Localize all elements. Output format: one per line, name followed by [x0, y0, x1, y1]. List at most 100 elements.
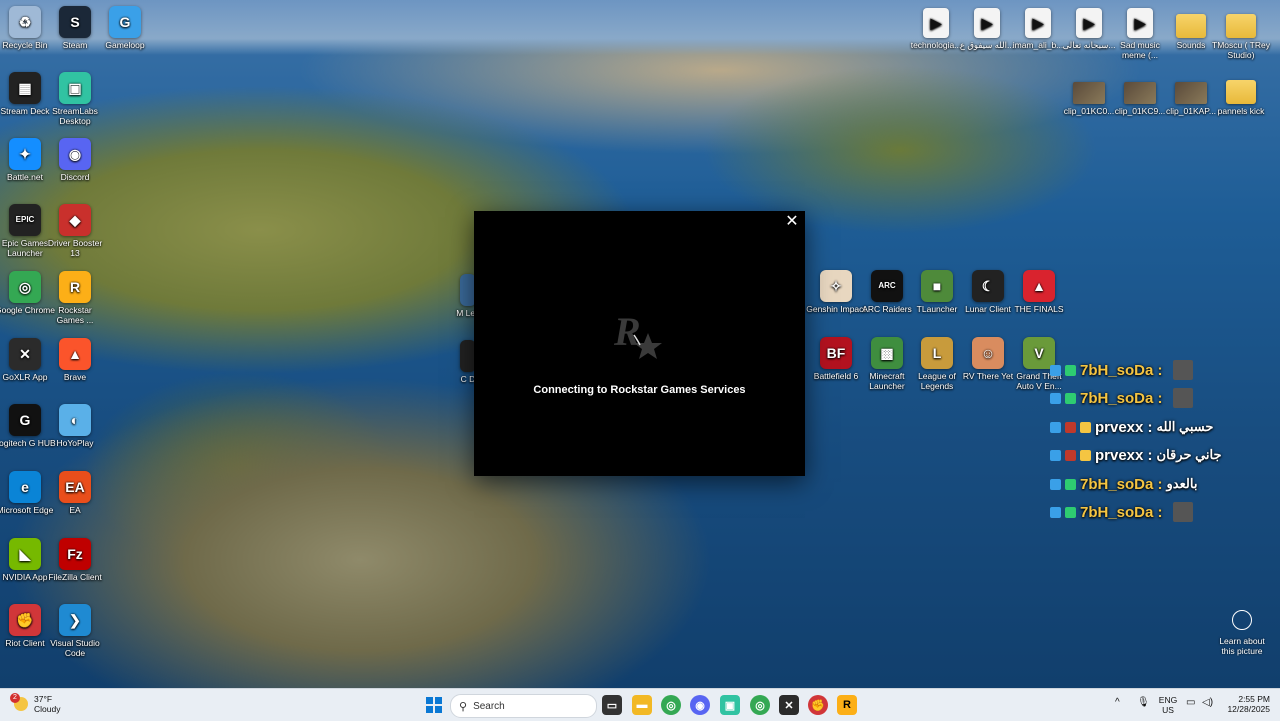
app-icon: ▦: [9, 72, 41, 104]
kick-badge-icon: [1050, 478, 1061, 490]
desktop-icon[interactable]: ◐ HoYoPlay: [44, 404, 106, 448]
desktop-icon-label: Driver Booster 13: [47, 238, 103, 258]
crown-badge-icon: [1080, 449, 1091, 461]
learn-about-picture-button[interactable]: Learn about this picture: [1216, 610, 1268, 656]
desktop-icon[interactable]: pannels kick: [1210, 74, 1272, 116]
chrome-profile-icon[interactable]: ◎: [750, 695, 770, 715]
media-file-icon: ▶: [974, 8, 1000, 38]
desktop-icon[interactable]: ▲ THE FINALS: [1008, 270, 1070, 314]
kick-badge-icon: [1050, 364, 1061, 376]
media-file-icon: ▶: [1076, 8, 1102, 38]
app-icon: ◉: [59, 138, 91, 170]
desktop-icon[interactable]: ▲ Brave: [44, 338, 106, 382]
role-badge-icon: [1065, 364, 1076, 376]
desktop-icon[interactable]: TMoscu ( TRey Studio): [1210, 8, 1272, 60]
taskbar-search[interactable]: ⚲ Search: [450, 694, 597, 718]
cloudy-icon: 2: [10, 693, 28, 711]
kick-badge-icon: [1050, 392, 1061, 404]
chat-username: 7bH_soDa :: [1080, 503, 1163, 521]
rockstar-launcher-dialog: ✕ R Connecting to Rockstar Games Service…: [474, 211, 805, 476]
app-icon: ◣: [9, 538, 41, 570]
desktop-icon-label: EA: [69, 505, 81, 515]
app-icon: L: [921, 337, 953, 369]
microphone-icon[interactable]: 🎙: [1137, 698, 1150, 708]
app-icon: ◎: [9, 271, 41, 303]
emote-image: [1172, 502, 1193, 522]
desktop-icon[interactable]: R Rockstar Games ...: [44, 271, 106, 325]
close-button[interactable]: ✕: [783, 213, 801, 231]
app-icon: ❯: [59, 604, 91, 636]
file-explorer-icon[interactable]: ▬: [632, 695, 652, 715]
chat-message: 7bH_soDa :: [1050, 359, 1280, 381]
chat-text: بالعدو: [1166, 476, 1198, 491]
rockstar-icon[interactable]: R: [837, 695, 857, 715]
desktop-icon[interactable]: EA EA: [44, 471, 106, 515]
task-view-icon[interactable]: ▭: [602, 695, 622, 715]
chat-text: حسبي الله: [1156, 419, 1214, 434]
chat-message: 7bH_soDa :: [1050, 387, 1280, 409]
app-icon: R: [59, 271, 91, 303]
app-icon: ♻: [9, 6, 41, 38]
role-badge-icon: [1065, 478, 1076, 490]
media-file-icon: ▶: [1025, 8, 1051, 38]
weather-desc: Cloudy: [34, 704, 61, 714]
chat-message: prvexx : حسبي الله: [1050, 416, 1280, 438]
folder-icon: [1226, 80, 1256, 104]
discord-icon[interactable]: ◉: [690, 695, 710, 715]
emote-image: [1172, 360, 1193, 380]
streamlabs-icon[interactable]: ▣: [720, 695, 740, 715]
desktop-icon-label: StreamLabs Desktop: [52, 106, 98, 126]
folder-icon: [1176, 14, 1206, 38]
language-indicator[interactable]: ENG US: [1156, 695, 1180, 715]
app-icon: EPIC: [9, 204, 41, 236]
chat-username: prvexx :: [1095, 418, 1153, 436]
desktop-icon[interactable]: G Gameloop: [94, 6, 156, 50]
start-button[interactable]: [424, 695, 444, 715]
weather-temp: 37°F: [34, 694, 53, 704]
kick-badge-icon: [1050, 449, 1061, 461]
network-icon[interactable]: ▭: [1186, 698, 1195, 708]
clock[interactable]: 2:55 PM 12/28/2025: [1222, 694, 1270, 714]
app-icon: ☾: [972, 270, 1004, 302]
app-icon: ▩: [871, 337, 903, 369]
desktop-icon[interactable]: ❯ Visual Studio Code: [44, 604, 106, 658]
desktop-icon-label: Rockstar Games ...: [56, 305, 94, 325]
chat-message: 7bH_soDa :: [1050, 501, 1280, 523]
region-label: US: [1162, 705, 1174, 715]
language-label: ENG: [1158, 695, 1178, 705]
desktop-icon[interactable]: ◆ Driver Booster 13: [44, 204, 106, 258]
chat-username: 7bH_soDa :: [1080, 475, 1163, 493]
kick-badge-icon: [1050, 421, 1061, 433]
app-icon: ✦: [9, 138, 41, 170]
chevron-up-icon[interactable]: ^: [1115, 698, 1120, 708]
video-thumbnail-icon: [1073, 82, 1105, 104]
app-icon: BF: [820, 337, 852, 369]
weather-widget[interactable]: 2 37°F Cloudy: [10, 693, 61, 714]
volume-icon[interactable]: ◁): [1202, 698, 1213, 708]
clock-date: 12/28/2025: [1227, 704, 1270, 714]
chat-username: 7bH_soDa :: [1080, 389, 1163, 407]
app-icon: ▲: [59, 338, 91, 370]
desktop-icon-label: Gameloop: [105, 40, 145, 50]
desktop-icon-label: HoYoPlay: [56, 438, 94, 448]
chrome-icon[interactable]: ◎: [661, 695, 681, 715]
camera-icon: [1232, 610, 1252, 630]
role-badge-icon: [1065, 506, 1076, 518]
app-icon: ▲: [1023, 270, 1055, 302]
taskbar: 2 37°F Cloudy ⚲ Search ▭ ▬ ◎ ◉ ▣ ◎ ✕ ✊ R…: [0, 688, 1280, 721]
app-icon: ARC: [871, 270, 903, 302]
video-thumbnail-icon: [1175, 82, 1207, 104]
app-icon: S: [59, 6, 91, 38]
app-icon: ☺: [972, 337, 1004, 369]
app-icon: G: [109, 6, 141, 38]
goxlr-icon[interactable]: ✕: [779, 695, 799, 715]
riot-client-icon[interactable]: ✊: [808, 695, 828, 715]
desktop-icon[interactable]: Fz FileZilla Client: [44, 538, 106, 582]
desktop-icon-label: pannels kick: [1217, 106, 1265, 116]
desktop-icon[interactable]: ◉ Discord: [44, 138, 106, 182]
weather-badge: 2: [10, 693, 20, 703]
desktop-icon-label: Visual Studio Code: [50, 638, 100, 658]
desktop-icon[interactable]: ▣ StreamLabs Desktop: [44, 72, 106, 126]
rockstar-logo-icon: R: [612, 307, 668, 363]
role-badge-icon: [1065, 421, 1076, 433]
